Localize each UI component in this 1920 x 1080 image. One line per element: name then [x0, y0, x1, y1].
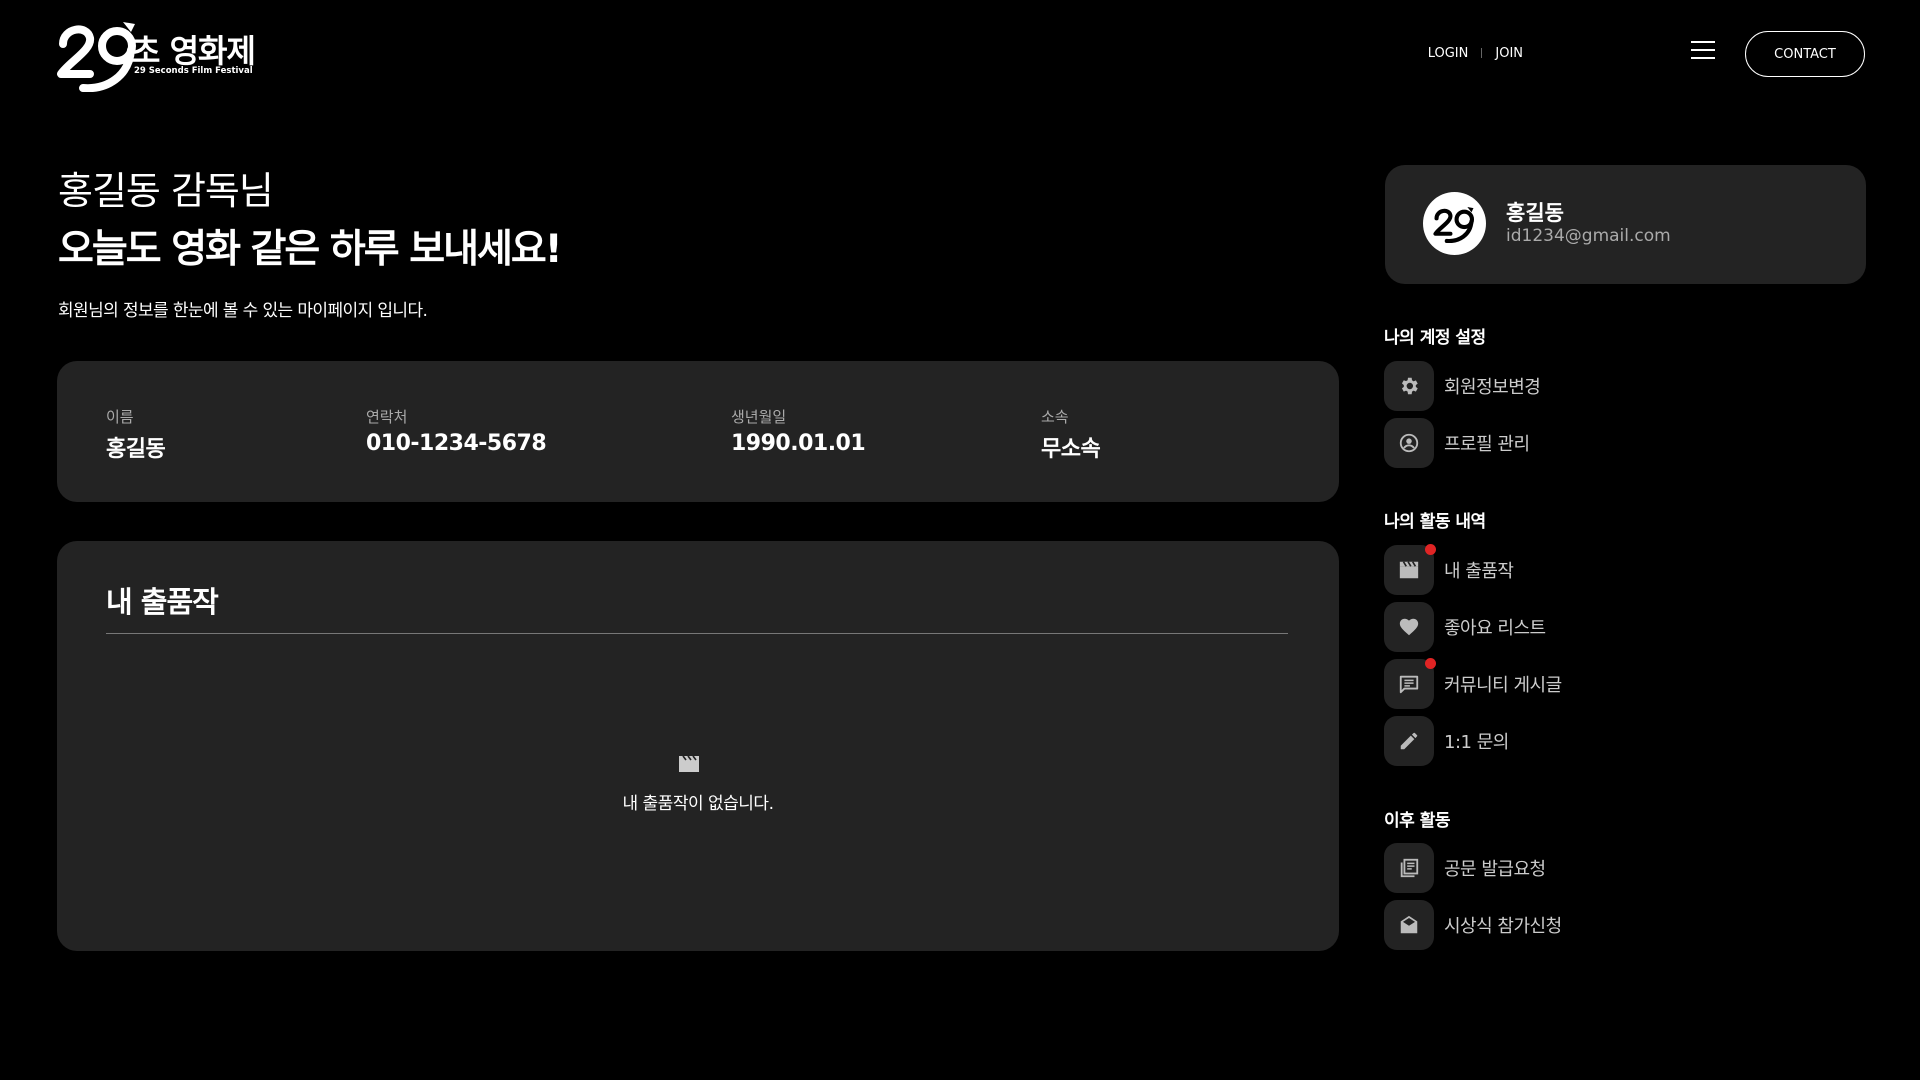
logo-subtitle: 29 Seconds Film Festival — [134, 66, 253, 76]
menu-icon-box — [1384, 716, 1434, 766]
join-link[interactable]: JOIN — [1495, 46, 1523, 61]
menu-item-my-works[interactable]: 내 출품작 — [1384, 544, 1514, 595]
menu-label: 커뮤니티 게시글 — [1444, 675, 1562, 696]
profile-icon — [1399, 433, 1419, 453]
profile-card: 홍길동 id1234@gmail.com — [1385, 165, 1866, 284]
notification-dot — [1425, 658, 1436, 669]
menu-item-community-posts[interactable]: 커뮤니티 게시글 — [1384, 658, 1562, 709]
menu-item-inquiry[interactable]: 1:1 문의 — [1384, 716, 1509, 766]
contact-button[interactable]: CONTACT — [1745, 31, 1865, 77]
profile-email: id1234@gmail.com — [1506, 226, 1671, 246]
festival-logo[interactable]: 초 영화제 29 Seconds Film Festival — [57, 18, 262, 92]
menu-icon-box — [1384, 602, 1434, 652]
info-name-label: 이름 — [106, 408, 134, 426]
menu-label: 공문 발급요청 — [1444, 859, 1546, 880]
menu-item-edit-member-info[interactable]: 회원정보변경 — [1384, 361, 1541, 411]
menu-label: 회원정보변경 — [1444, 377, 1541, 398]
logo-29-mark — [57, 22, 136, 92]
menu-label: 1:1 문의 — [1444, 732, 1509, 753]
avatar — [1423, 192, 1486, 255]
profile-name: 홍길동 — [1506, 201, 1564, 225]
menu-label: 내 출품작 — [1444, 561, 1514, 582]
greeting-message: 오늘도 영화 같은 하루 보내세요! — [58, 227, 563, 272]
menu-icon-box — [1384, 843, 1434, 893]
menu-item-document-request[interactable]: 공문 발급요청 — [1384, 843, 1546, 893]
my-works-card: 내 출품작 내 출품작이 없습니다. — [57, 541, 1339, 951]
info-birth-label: 생년월일 — [731, 408, 787, 426]
info-name-value: 홍길동 — [106, 437, 166, 462]
menu-icon-box — [1384, 900, 1434, 950]
menu-item-profile-manage[interactable]: 프로필 관리 — [1384, 418, 1530, 468]
info-affiliation: 소속 무소속 — [1041, 406, 1101, 463]
envelope-icon — [1400, 915, 1418, 934]
menu-label: 시상식 참가신청 — [1444, 916, 1562, 937]
menu-icon-box — [1384, 418, 1434, 468]
member-info-card: 이름 홍길동 연락처 010-1234-5678 생년월일 1990.01.01… — [57, 361, 1339, 502]
greeting-subtitle: 회원님의 정보를 한눈에 볼 수 있는 마이페이지 입니다. — [58, 301, 428, 321]
section-title-after: 이후 활동 — [1384, 811, 1450, 831]
pencil-icon — [1400, 732, 1418, 750]
top-nav: LOGIN JOIN — [1428, 44, 1523, 62]
notification-dot — [1425, 544, 1436, 555]
nav-divider — [1481, 48, 1483, 58]
works-divider — [106, 633, 1288, 634]
info-name: 이름 홍길동 — [106, 406, 166, 463]
greeting-name: 홍길동 감독님 — [58, 169, 274, 213]
info-phone-value: 010-1234-5678 — [366, 431, 547, 456]
clapperboard-icon — [1399, 561, 1419, 579]
document-icon — [1400, 858, 1419, 878]
works-title: 내 출품작 — [106, 585, 219, 619]
info-birth: 생년월일 1990.01.01 — [731, 406, 866, 456]
section-title-activity: 나의 활동 내역 — [1384, 512, 1486, 532]
mypage: 초 영화제 29 Seconds Film Festival LOGIN JOI… — [0, 0, 1920, 1080]
info-birth-value: 1990.01.01 — [731, 431, 866, 456]
section-title-account: 나의 계정 설정 — [1384, 328, 1486, 348]
menu-icon-box — [1384, 658, 1436, 709]
menu-icon-box — [1384, 361, 1434, 411]
comment-icon — [1399, 675, 1419, 694]
menu-item-award-ceremony[interactable]: 시상식 참가신청 — [1384, 900, 1562, 950]
avatar-logo-icon — [1433, 207, 1475, 243]
info-phone-label: 연락처 — [366, 408, 408, 426]
info-phone: 연락처 010-1234-5678 — [366, 406, 547, 456]
gear-icon — [1401, 377, 1418, 395]
menu-label: 프로필 관리 — [1444, 434, 1530, 455]
menu-label: 좋아요 리스트 — [1444, 618, 1546, 639]
info-affiliation-label: 소속 — [1041, 408, 1069, 426]
hamburger-menu-icon[interactable] — [1691, 41, 1715, 61]
login-link[interactable]: LOGIN — [1428, 46, 1469, 61]
clapperboard-icon — [679, 755, 699, 772]
works-empty-message: 내 출품작이 없습니다. — [622, 794, 774, 814]
menu-item-like-list[interactable]: 좋아요 리스트 — [1384, 602, 1546, 652]
info-affiliation-value: 무소속 — [1041, 437, 1101, 462]
menu-icon-box — [1384, 544, 1436, 595]
heart-icon — [1399, 618, 1419, 636]
